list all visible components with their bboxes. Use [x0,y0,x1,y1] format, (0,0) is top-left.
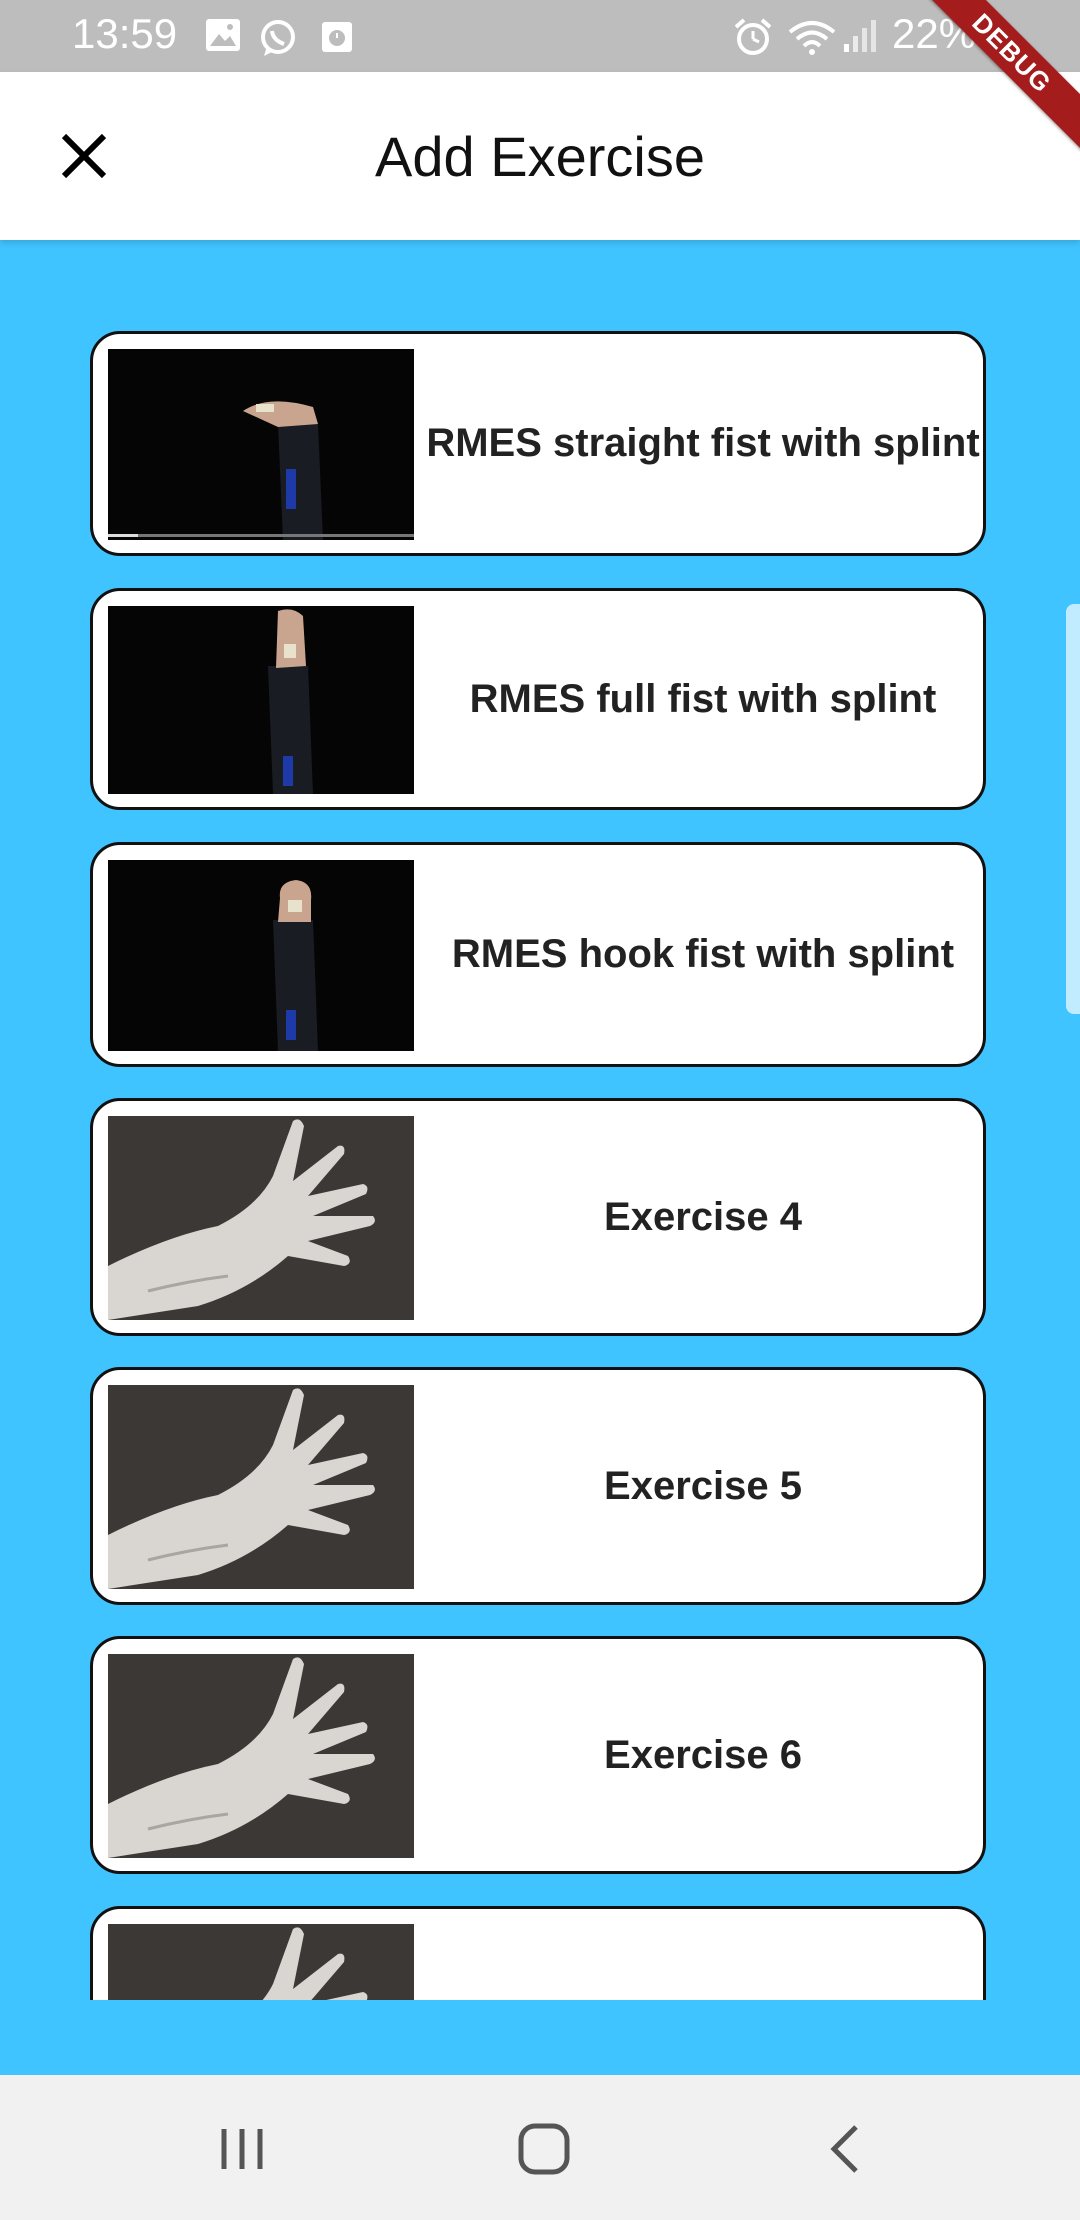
exercise-card[interactable]: RMES full fist with splint [90,588,986,810]
app-bar: Add Exercise [0,72,1080,240]
recent-apps-icon[interactable] [212,2119,272,2179]
exercise-card[interactable]: Exercise 4 [90,1098,986,1336]
exercise-title [423,1909,983,2000]
image-icon [206,19,240,51]
open-hand-photo [108,1654,414,1858]
splint-video-thumbnail [108,860,414,1051]
signal-icon [844,20,876,52]
exercise-card[interactable]: Exercise 6 [90,1636,986,1874]
status-time: 13:59 [72,10,178,57]
open-hand-photo [108,1924,414,2000]
exercise-title: Exercise 6 [604,1732,802,1777]
exercise-title: RMES straight fist with splint [426,421,980,465]
back-icon[interactable] [816,2119,876,2179]
page-title: Add Exercise [375,125,705,188]
exercise-title: RMES hook fist with splint [451,932,955,976]
splint-video-thumbnail [108,606,414,794]
exercise-card[interactable]: RMES hook fist with splint [90,842,986,1067]
exercise-title: RMES full fist with splint [469,676,937,721]
whatsapp-icon [261,20,295,56]
open-hand-photo [108,1385,414,1589]
status-bar: 13:59 22% [0,0,1080,72]
alarm-icon [734,18,772,55]
open-hand-photo [108,1116,414,1320]
exercise-title: Exercise 4 [604,1194,802,1239]
home-icon[interactable] [514,2119,574,2179]
exercise-card[interactable] [90,1906,986,2000]
calendar-icon [322,22,352,52]
wifi-icon [788,21,836,55]
splint-video-thumbnail [108,349,414,540]
exercise-title: Exercise 5 [604,1463,802,1508]
scrollbar[interactable] [1066,604,1080,1014]
exercise-list[interactable]: RMES straight fist with splint RMES full… [0,240,1080,2000]
system-nav-bar [0,2075,1080,2220]
exercise-card[interactable]: Exercise 5 [90,1367,986,1605]
exercise-card[interactable]: RMES straight fist with splint [90,331,986,556]
